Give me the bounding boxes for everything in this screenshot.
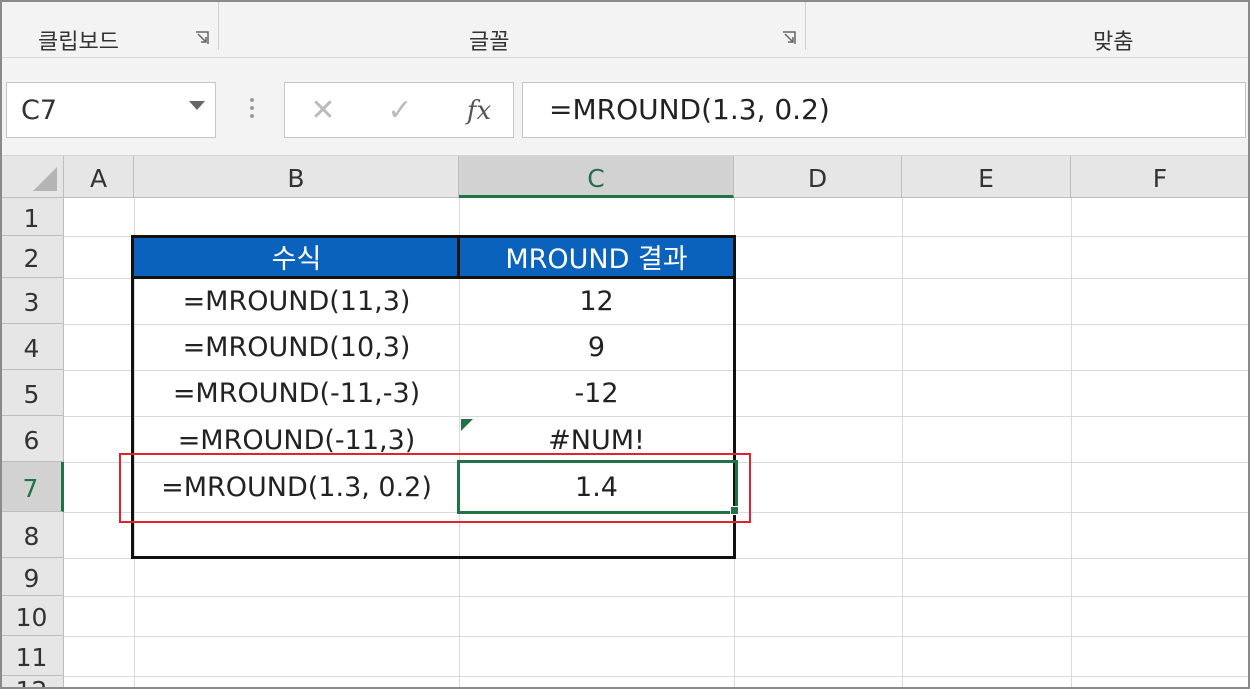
formula-bar: C7 ✕ ✓ fx =MROUND(1.3, 0.2) bbox=[0, 58, 1250, 156]
highlight-box bbox=[119, 453, 751, 523]
column-header-a[interactable]: A bbox=[64, 156, 134, 198]
gridline bbox=[1071, 198, 1072, 689]
row-header-4[interactable]: 4 bbox=[0, 324, 64, 370]
name-box[interactable]: C7 bbox=[6, 82, 216, 138]
formula-input[interactable]: =MROUND(1.3, 0.2) bbox=[522, 82, 1246, 138]
column-header-c[interactable]: C bbox=[459, 156, 734, 198]
column-header-d[interactable]: D bbox=[734, 156, 902, 198]
gridline bbox=[64, 636, 1250, 637]
insert-function-icon[interactable]: fx bbox=[459, 91, 499, 131]
table-header-divider bbox=[131, 276, 736, 279]
ribbon-group-font: 글꼴 bbox=[219, 0, 805, 58]
row-header-8[interactable]: 8 bbox=[0, 512, 64, 558]
ribbon-group-clipboard: 클립보드 bbox=[0, 0, 218, 58]
gridline bbox=[902, 198, 903, 689]
row-header-9[interactable]: 9 bbox=[0, 558, 64, 596]
gridline bbox=[64, 596, 1250, 597]
select-all-button[interactable] bbox=[0, 156, 64, 198]
dialog-launcher-icon[interactable] bbox=[781, 30, 797, 46]
alignment-group-label: 맞춤 bbox=[1093, 30, 1134, 55]
chevron-down-icon[interactable] bbox=[189, 101, 205, 110]
clipboard-group-label: 클립보드 bbox=[38, 30, 119, 55]
row-header-7[interactable]: 7 bbox=[0, 462, 64, 512]
formula-buttons: ✕ ✓ fx bbox=[284, 82, 514, 138]
enter-icon[interactable]: ✓ bbox=[380, 91, 420, 131]
column-header-b[interactable]: B bbox=[134, 156, 459, 198]
row-header-10[interactable]: 10 bbox=[0, 596, 64, 636]
row-header-2[interactable]: 2 bbox=[0, 236, 64, 278]
row-header-5[interactable]: 5 bbox=[0, 370, 64, 416]
worksheet-grid: A B C D E F 1 2 3 4 5 6 7 8 9 10 11 12 수… bbox=[0, 156, 1250, 689]
gridline bbox=[64, 676, 1250, 677]
row-header-12[interactable]: 12 bbox=[0, 676, 64, 689]
row-header-1[interactable]: 1 bbox=[0, 198, 64, 236]
name-box-value: C7 bbox=[21, 95, 58, 126]
dialog-launcher-icon[interactable] bbox=[194, 30, 210, 46]
formula-text: =MROUND(1.3, 0.2) bbox=[549, 93, 830, 126]
row-header-6[interactable]: 6 bbox=[0, 416, 64, 462]
ribbon-group-alignment: 맞춤 bbox=[806, 0, 1250, 58]
column-header-e[interactable]: E bbox=[902, 156, 1071, 198]
ribbon-group-labels: 클립보드 글꼴 맞춤 bbox=[0, 0, 1250, 58]
column-header-f[interactable]: F bbox=[1071, 156, 1250, 198]
grip-icon[interactable] bbox=[244, 94, 260, 124]
font-group-label: 글꼴 bbox=[469, 30, 510, 55]
row-header-11[interactable]: 11 bbox=[0, 636, 64, 676]
row-header-3[interactable]: 3 bbox=[0, 278, 64, 324]
cancel-icon[interactable]: ✕ bbox=[303, 91, 343, 131]
table-column-divider bbox=[457, 235, 460, 278]
